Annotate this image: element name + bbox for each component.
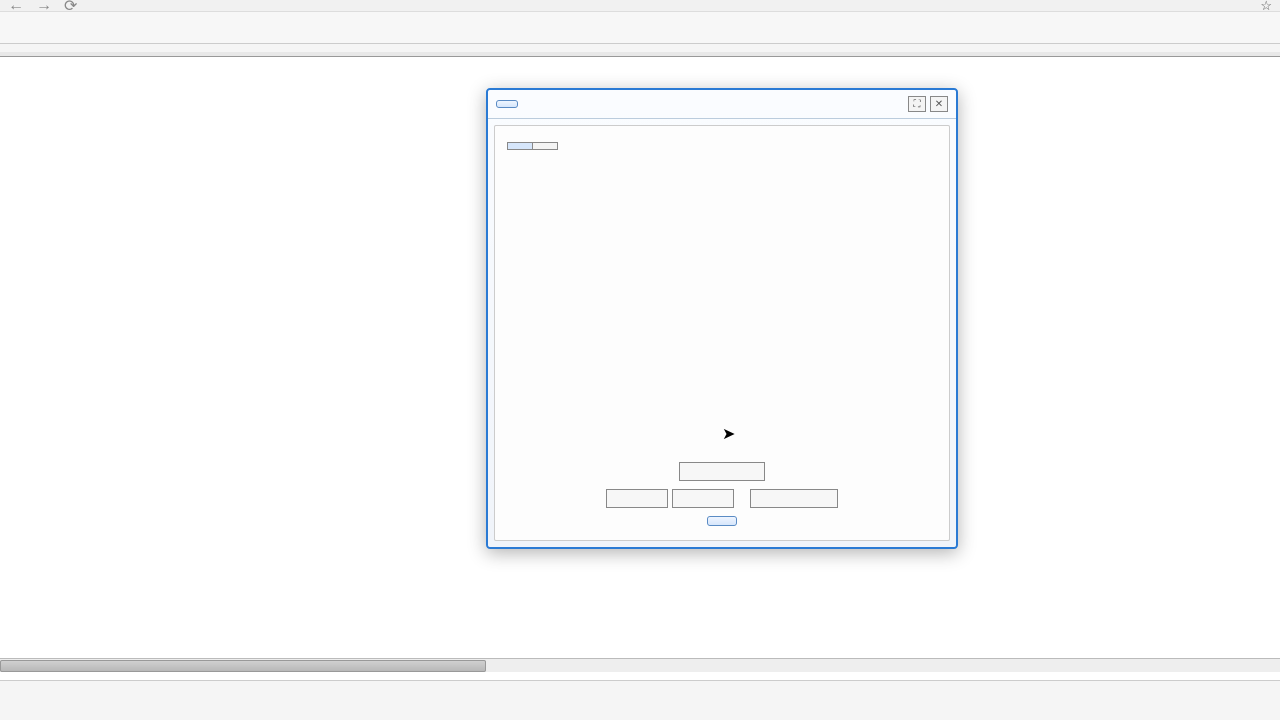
chart-svg (507, 154, 937, 444)
document-title (0, 44, 1280, 52)
tab-row (507, 142, 558, 150)
scroll-thumb[interactable] (0, 660, 486, 672)
reload-icon[interactable]: ⟳ (64, 0, 77, 16)
options-button[interactable] (496, 100, 518, 108)
menu-bar (0, 52, 1280, 57)
df-row (507, 462, 937, 481)
browser-nav: ← → ⟳ ☆ (0, 0, 1280, 12)
df-input[interactable] (679, 462, 765, 481)
dialog-titlebar[interactable]: ⛶ ✕ (488, 90, 956, 119)
back-icon[interactable]: ← (8, 0, 24, 15)
downloads-bar (0, 680, 1280, 720)
lower-bound-input[interactable] (606, 489, 668, 508)
forward-icon[interactable]: → (36, 0, 52, 15)
tab-standard[interactable] (508, 143, 533, 149)
distribution-chart (507, 154, 937, 454)
tab-between[interactable] (533, 143, 557, 149)
probability-output[interactable] (750, 489, 838, 508)
upper-bound-input[interactable] (672, 489, 734, 508)
probability-row (507, 489, 937, 508)
compute-button[interactable] (707, 516, 737, 526)
t-calculator-dialog: ⛶ ✕ (486, 88, 958, 549)
bookmarks-bar (0, 12, 1280, 44)
horizontal-scrollbar[interactable] (0, 658, 1280, 672)
maximize-icon[interactable]: ⛶ (908, 96, 926, 112)
star-icon[interactable]: ☆ (1260, 0, 1272, 14)
close-icon[interactable]: ✕ (930, 96, 948, 112)
